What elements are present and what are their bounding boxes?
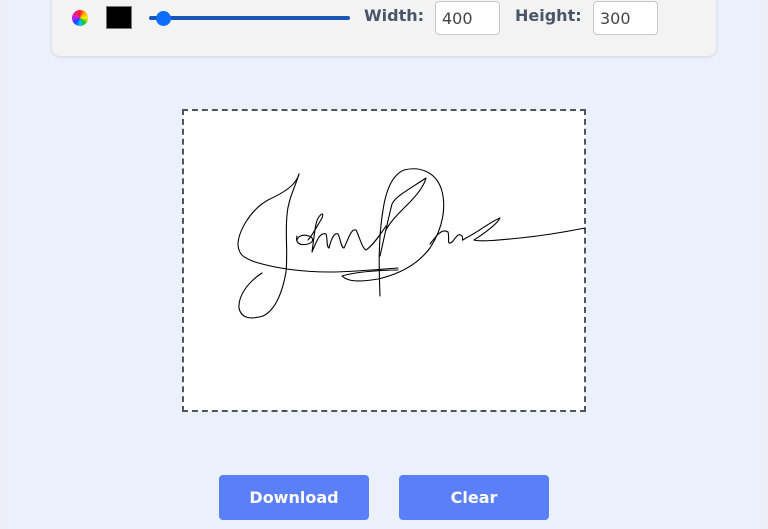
height-label: Height: (515, 6, 582, 25)
height-input[interactable] (593, 1, 658, 35)
download-button[interactable]: Download (219, 475, 369, 520)
signature-canvas[interactable] (182, 109, 586, 412)
slider-thumb[interactable] (156, 11, 172, 26)
signature-stroke-d-loop (379, 177, 427, 257)
signature-stroke-oe (429, 217, 586, 245)
signature-stroke-j-stem (238, 173, 300, 319)
signature-stroke-n (328, 225, 387, 251)
width-label: Width: (364, 6, 425, 25)
clear-button[interactable]: Clear (399, 475, 549, 520)
signature-stroke-j (237, 173, 399, 273)
stroke-color-swatch[interactable] (106, 6, 132, 29)
slider-track[interactable] (149, 16, 350, 20)
stroke-width-slider[interactable] (149, 10, 350, 26)
signature-stroke-h1 (307, 213, 330, 253)
signature-drawing (237, 168, 586, 319)
width-input[interactable] (435, 1, 500, 35)
color-picker-icon[interactable] (72, 10, 88, 26)
